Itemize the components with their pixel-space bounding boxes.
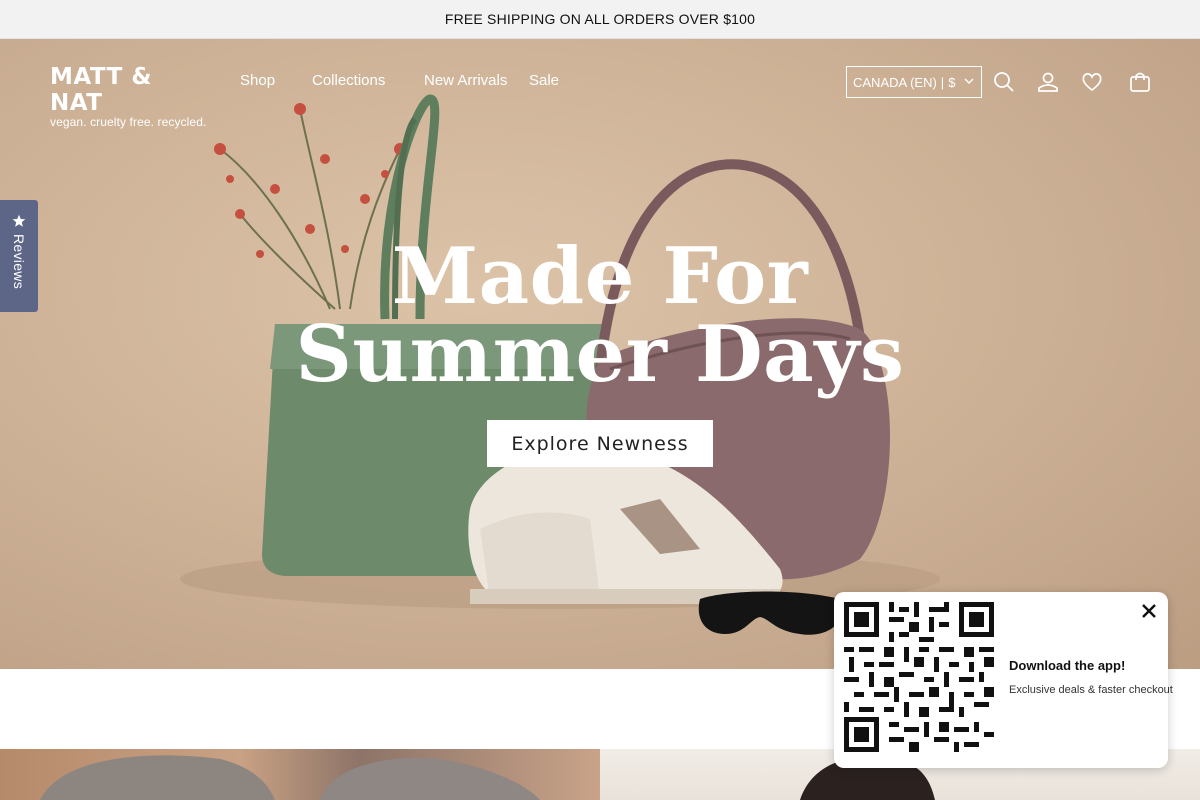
star-icon — [12, 214, 26, 227]
hero-title: Made For Summer Days — [295, 231, 905, 400]
app-popup-subtitle: Exclusive deals & faster checkout — [1009, 684, 1173, 696]
tile-left-image — [40, 755, 540, 800]
search-icon[interactable] — [992, 70, 1016, 94]
nav-item-shop[interactable]: Shop — [240, 72, 275, 89]
reviews-side-tab[interactable]: Reviews — [0, 200, 38, 312]
app-popup-title: Download the app! — [1009, 658, 1126, 673]
country-separator: | — [940, 74, 945, 90]
wishlist-heart-icon[interactable] — [1080, 70, 1104, 94]
country-currency-selector[interactable]: CANADA (EN) | $ — [846, 66, 982, 98]
nav-item-collections[interactable]: Collections — [312, 72, 385, 89]
collection-tile-left[interactable] — [0, 749, 600, 800]
currency-label: $ — [948, 74, 956, 90]
chevron-down-icon — [964, 78, 974, 84]
nav-item-new-arrivals[interactable]: New Arrivals — [424, 72, 507, 89]
account-icon[interactable] — [1036, 70, 1060, 94]
explore-newness-button[interactable]: Explore Newness — [487, 420, 713, 467]
announcement-bar: FREE SHIPPING ON ALL ORDERS OVER $100 — [0, 0, 1200, 39]
cart-bag-icon[interactable] — [1128, 70, 1152, 94]
announcement-text: FREE SHIPPING ON ALL ORDERS OVER $100 — [444, 11, 756, 27]
brand-logo[interactable]: MATT & NAT vegan. cruelty free. recycled… — [50, 64, 206, 129]
site-header: MATT & NAT vegan. cruelty free. recycled… — [0, 39, 1200, 129]
app-download-popup: Download the app! Exclusive deals & fast… — [834, 592, 1173, 768]
nav-item-sale[interactable]: Sale — [529, 72, 559, 89]
reviews-label: Reviews — [11, 234, 27, 290]
qr-code-icon — [844, 602, 994, 752]
country-label: CANADA (EN) — [853, 74, 937, 90]
close-icon[interactable] — [1140, 602, 1158, 620]
